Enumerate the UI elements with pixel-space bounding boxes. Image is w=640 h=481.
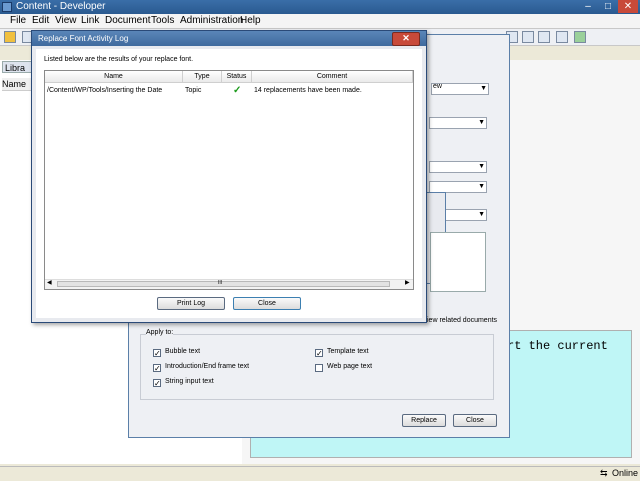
status-bar: ⇆ Online [0,466,640,481]
print-log-button[interactable]: Print Log [157,297,225,310]
scroll-left-icon[interactable]: ◀ [47,279,52,286]
horizontal-scrollbar[interactable]: ◀ III ▶ [45,279,413,289]
maximize-icon[interactable]: □ [598,0,618,13]
layout-icon-3[interactable] [538,31,550,43]
tree-name-header: Name [2,78,32,91]
checkmark-icon: ✓ [153,379,161,388]
view-related-link[interactable]: iew related documents [427,317,497,324]
font-combo[interactable]: ▼ [429,117,487,129]
chevron-down-icon: ▼ [478,163,485,170]
menu-tools[interactable]: Tools [151,14,174,28]
code-text: rt the current [507,339,608,353]
dialog-intro: Listed below are the results of your rep… [44,56,194,63]
menu-help[interactable]: Help [240,14,261,28]
apply-to-group: Apply to: ✓ Bubble text ✓ Introduction/End… [140,329,494,400]
results-grid[interactable]: Name Type Status Comment /Content/WP/Too… [44,70,414,290]
library-tab[interactable]: Libra [2,61,32,73]
dialog-title: Replace Font Activity Log [38,34,129,43]
app-icon [2,2,12,12]
scroll-thumb[interactable]: III [57,280,390,287]
size-combo[interactable]: ▼ [429,161,487,173]
close-button[interactable]: Close [233,297,301,310]
menu-document[interactable]: Document [105,14,151,28]
row-comment: 14 replacements have been made. [254,87,362,94]
row-name: /Content/WP/Tools/Inserting the Date [47,87,163,94]
dialog-titlebar: Replace Font Activity Log ✕ [32,31,426,46]
menu-link[interactable]: Link [81,14,99,28]
chevron-down-icon: ▼ [480,85,487,92]
open-folder-icon[interactable] [4,31,16,43]
export-icon[interactable] [556,31,568,43]
close-window-icon[interactable]: ✕ [618,0,638,13]
online-icon: ⇆ [600,468,608,478]
dialog-close-icon[interactable]: ✕ [392,32,420,46]
menu-edit[interactable]: Edit [32,14,49,28]
row-type: Topic [185,87,202,94]
window-title: Content - Developer [16,1,106,12]
menu-bar: File Edit View Link Document Tools Admin… [0,14,640,29]
col-name-header[interactable]: Name [45,71,183,83]
minimize-icon[interactable]: – [578,0,598,13]
col-status-header[interactable]: Status [222,71,252,83]
checkmark-icon: ✓ [315,349,323,358]
menu-file[interactable]: File [10,14,26,28]
scroll-right-icon[interactable]: ▶ [405,279,410,286]
checkmark-icon: ✓ [153,364,161,373]
preview-box [430,232,486,292]
bg-close-button[interactable]: Close [453,414,497,427]
status-text: Online [612,468,639,478]
chevron-down-icon: ▼ [478,211,485,218]
col-type-header[interactable]: Type [183,71,222,83]
refresh-icon[interactable] [574,31,586,43]
top-combo[interactable]: ▼ ew [431,83,489,95]
apply-to-label: Apply to: [146,329,174,336]
chevron-down-icon: ▼ [478,183,485,190]
menu-administration[interactable]: Administration [180,14,243,28]
layout-icon-2[interactable] [522,31,534,43]
chevron-down-icon: ▼ [478,119,485,126]
status-check-icon: ✓ [233,85,242,96]
replace-button[interactable]: Replace [402,414,446,427]
menu-view[interactable]: View [55,14,77,28]
col-comment-header[interactable]: Comment [252,71,413,83]
checkmark-icon: ✓ [153,349,161,358]
window-titlebar: Content - Developer – □ ✕ [0,0,640,14]
